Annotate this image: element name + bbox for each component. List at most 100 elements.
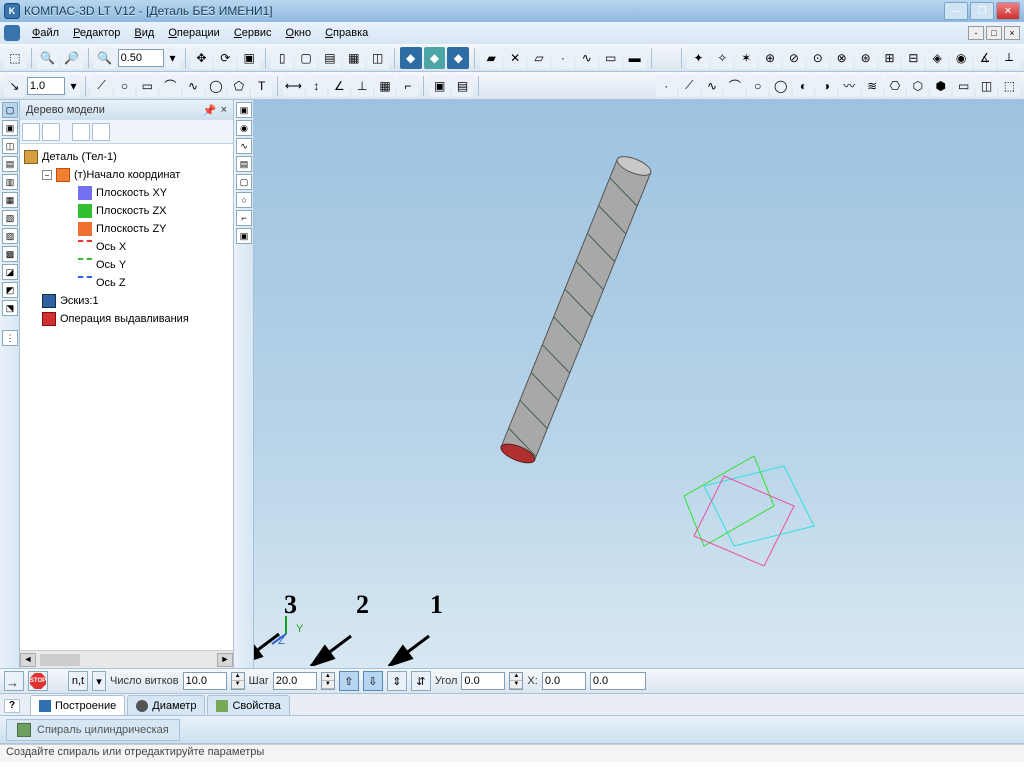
arc-icon[interactable]: ⌒ [160, 75, 181, 97]
dropdown-2-icon[interactable]: ▾ [67, 75, 80, 97]
apply-button[interactable] [4, 671, 24, 691]
cv-15-icon[interactable]: ◫ [976, 75, 997, 97]
palette-surf-icon[interactable]: ◫ [2, 138, 18, 154]
pin-icon[interactable]: 📌 [203, 104, 217, 117]
palette-draw-icon[interactable]: ▥ [2, 174, 18, 190]
view-2-icon[interactable]: ◆ [424, 47, 446, 69]
wireframe-icon[interactable]: ▯ [271, 47, 293, 69]
dim-4-icon[interactable]: ⊥ [352, 75, 373, 97]
turns-spinner[interactable]: ▲▼ [231, 672, 245, 690]
orient-icon[interactable]: ▣ [238, 47, 260, 69]
menu-service[interactable]: Сервис [228, 25, 278, 41]
doc-tab-spiral[interactable]: Спираль цилиндрическая [6, 719, 180, 741]
snap-7-icon[interactable]: ⊗ [831, 47, 853, 69]
palette-spec-icon[interactable]: ▨ [2, 228, 18, 244]
y-input[interactable] [590, 672, 646, 690]
cv-16-icon[interactable]: ⬚ [999, 75, 1020, 97]
cv-8-icon[interactable]: ◑ [816, 75, 837, 97]
curve-icon[interactable]: ∿ [576, 47, 598, 69]
section-icon[interactable]: ▰ [480, 47, 502, 69]
tree-axis-z[interactable]: Ось Z [96, 277, 126, 289]
tree-sketch[interactable]: Эскиз:1 [60, 295, 99, 307]
palette-assy-icon[interactable]: ▤ [2, 156, 18, 172]
assy-2-icon[interactable]: ▤ [452, 75, 473, 97]
zoom-out-icon[interactable]: 🔎 [61, 47, 83, 69]
cv-13-icon[interactable]: ⬢ [930, 75, 951, 97]
assy-1-icon[interactable]: ▣ [429, 75, 450, 97]
tree-axis-x[interactable]: Ось X [96, 241, 126, 253]
snap-12-icon[interactable]: ◉ [950, 47, 972, 69]
nt-mode-button[interactable]: n,t [68, 671, 88, 691]
cv-4-icon[interactable]: ⌒ [724, 75, 745, 97]
menu-window[interactable]: Окно [280, 25, 318, 41]
tree-collapse-icon[interactable] [92, 123, 110, 141]
cv-7-icon[interactable]: ◐ [793, 75, 814, 97]
op-hole-icon[interactable]: ○ [236, 192, 252, 208]
viewport[interactable]: Y Z 1 2 3 [254, 100, 1024, 668]
panel-close-icon[interactable]: × [221, 104, 227, 117]
point-icon[interactable]: · [552, 47, 574, 69]
op-revolve-icon[interactable]: ◉ [236, 120, 252, 136]
mdi-close-button[interactable]: × [1004, 26, 1020, 40]
snap-9-icon[interactable]: ⊞ [879, 47, 901, 69]
palette-var-icon[interactable]: ⬔ [2, 300, 18, 316]
snap-14-icon[interactable]: ⟂ [998, 47, 1020, 69]
cv-11-icon[interactable]: ⎔ [885, 75, 906, 97]
x-input[interactable] [542, 672, 586, 690]
cv-1-icon[interactable]: · [656, 75, 677, 97]
cv-3-icon[interactable]: ∿ [702, 75, 723, 97]
tree-plane-xy[interactable]: Плоскость XY [96, 187, 167, 199]
menu-operations[interactable]: Операции [162, 25, 225, 41]
maximize-button[interactable]: ❐ [970, 2, 994, 20]
snap-3-icon[interactable]: ✶ [735, 47, 757, 69]
cv-10-icon[interactable]: ≋ [862, 75, 883, 97]
shaded-icon[interactable]: ▤ [319, 47, 341, 69]
angle-input[interactable] [461, 672, 505, 690]
palette-fmt-icon[interactable]: ◩ [2, 282, 18, 298]
cv-9-icon[interactable]: 〰 [839, 75, 860, 97]
direction-1-button[interactable]: ⇧ [339, 671, 359, 691]
tab-properties[interactable]: Свойства [207, 695, 289, 715]
nt-dropdown-icon[interactable]: ▾ [92, 671, 106, 691]
zoom-in-icon[interactable]: 🔍 [37, 47, 59, 69]
dropdown-icon[interactable]: ▾ [166, 47, 180, 69]
snap-4-icon[interactable]: ⊕ [759, 47, 781, 69]
ellipse-icon[interactable]: ◯ [206, 75, 227, 97]
tree-plane-zx[interactable]: Плоскость ZX [96, 205, 167, 217]
turns-input[interactable] [183, 672, 227, 690]
menu-file[interactable]: Файл [26, 25, 65, 41]
menu-edit[interactable]: Редактор [67, 25, 126, 41]
cv-14-icon[interactable]: ▭ [953, 75, 974, 97]
mdi-restore-button[interactable]: □ [986, 26, 1002, 40]
text-icon[interactable]: T [251, 75, 272, 97]
direction-3-button[interactable]: ⇕ [387, 671, 407, 691]
tab-diameter[interactable]: Диаметр [127, 695, 205, 715]
tree-extrude[interactable]: Операция выдавливания [60, 313, 189, 325]
snap-1-icon[interactable]: ✦ [687, 47, 709, 69]
dim-3-icon[interactable]: ∠ [329, 75, 350, 97]
mdi-minimize-button[interactable]: - [968, 26, 984, 40]
snap-5-icon[interactable]: ⊘ [783, 47, 805, 69]
zoom-all-icon[interactable]: ⬚ [4, 47, 26, 69]
line-icon[interactable]: ⟋ [91, 75, 112, 97]
tab-build[interactable]: Построение [30, 695, 125, 715]
arrow-icon[interactable]: ↘ [4, 75, 25, 97]
persp-icon[interactable]: ◫ [367, 47, 389, 69]
menu-view[interactable]: Вид [128, 25, 160, 41]
tree-filter-icon[interactable] [42, 123, 60, 141]
surface-icon[interactable]: ▭ [600, 47, 622, 69]
angle-spinner[interactable]: ▲▼ [509, 672, 523, 690]
hidden-line-icon[interactable]: ▢ [295, 47, 317, 69]
view-1-icon[interactable]: ◆ [400, 47, 422, 69]
menu-help[interactable]: Справка [319, 25, 374, 41]
palette-aux-icon[interactable]: ▧ [2, 210, 18, 226]
hatch-icon[interactable]: ▦ [375, 75, 396, 97]
snap-11-icon[interactable]: ◈ [926, 47, 948, 69]
step-input-prop[interactable] [273, 672, 317, 690]
zoom-value-input[interactable] [118, 49, 164, 67]
op-sweep-icon[interactable]: ∿ [236, 138, 252, 154]
palette-meas-icon[interactable]: ▦ [2, 192, 18, 208]
dim-1-icon[interactable]: ⟷ [283, 75, 304, 97]
rotate-icon[interactable]: ⟳ [214, 47, 236, 69]
body-icon[interactable]: ▬ [624, 47, 646, 69]
